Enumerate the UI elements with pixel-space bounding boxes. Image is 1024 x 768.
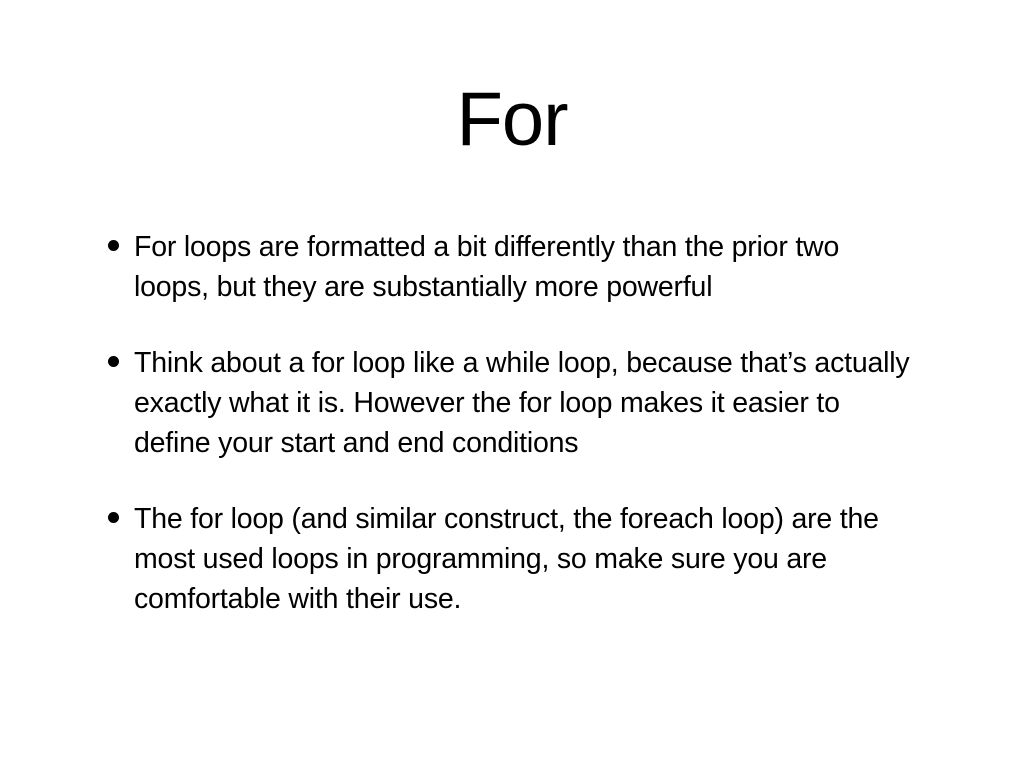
bullet-dot-icon — [108, 512, 119, 523]
bullet-list: For loops are formatted a bit differentl… — [108, 227, 918, 655]
bullet-item: Think about a for loop like a while loop… — [108, 343, 918, 463]
bullet-text: For loops are formatted a bit differentl… — [134, 231, 840, 303]
bullet-dot-icon — [108, 356, 119, 367]
bullet-text: Think about a for loop like a while loop… — [134, 347, 910, 459]
bullet-dot-icon — [108, 240, 119, 251]
bullet-text: The for loop (and similar construct, the… — [134, 503, 879, 615]
bullet-item: The for loop (and similar construct, the… — [108, 499, 918, 619]
bullet-item: For loops are formatted a bit differentl… — [108, 227, 918, 307]
slide-title: For — [456, 77, 569, 162]
slide: For For loops are formatted a bit differ… — [0, 0, 1024, 768]
